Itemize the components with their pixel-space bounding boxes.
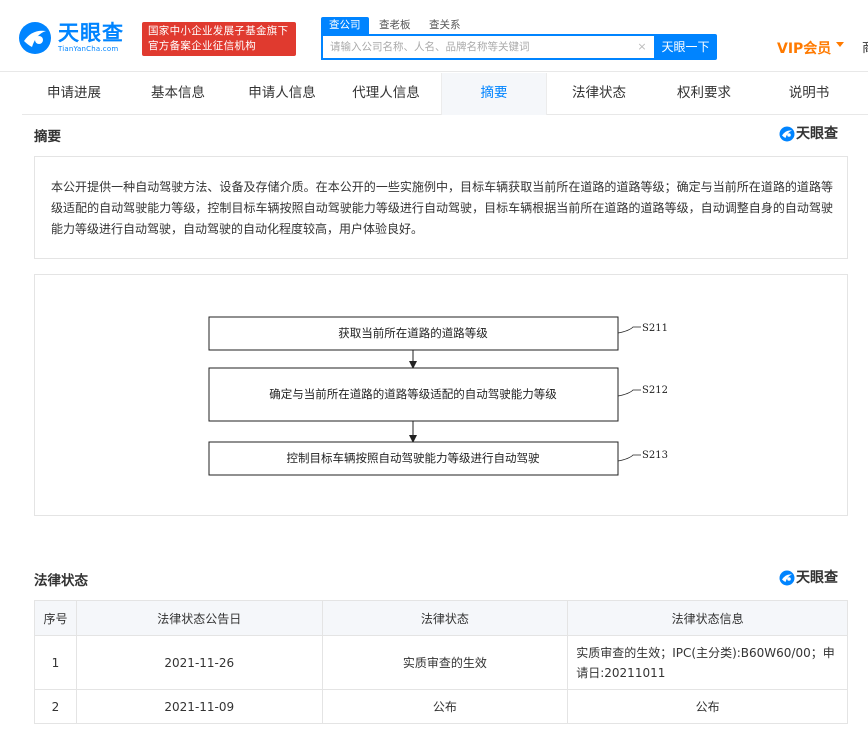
col-header-date: 法律状态公告日 <box>75 600 323 636</box>
cell-status: 公布 <box>321 689 569 724</box>
tab-agent-info[interactable]: 代理人信息 <box>334 73 438 115</box>
legal-section-title: 法律状态 <box>34 573 88 589</box>
search-tab-company[interactable]: 查公司 <box>321 17 369 34</box>
gov-badge-line1: 国家中小企业发展子基金旗下 <box>148 25 289 37</box>
search-tab-relation[interactable]: 查关系 <box>429 17 461 34</box>
tab-application-progress[interactable]: 申请进展 <box>22 73 126 115</box>
logo-domain: TianYanCha.com <box>58 45 119 53</box>
tab-specification[interactable]: 说明书 <box>757 73 861 115</box>
header-edge-link[interactable]: 商 <box>862 37 868 56</box>
flow-step-text-1: 获取当前所在道路的道路等级 <box>338 326 488 340</box>
tab-legal-status[interactable]: 法律状态 <box>547 73 651 115</box>
flow-step-text-3: 控制目标车辆按照自动驾驶能力等级进行自动驾驶 <box>287 451 540 465</box>
watermark-eye-icon <box>779 570 795 586</box>
search-input[interactable] <box>323 36 623 58</box>
abstract-text: 本公开提供一种自动驾驶方法、设备及存储介质。在本公开的一些实施例中，目标车辆获取… <box>51 180 833 236</box>
tianyancha-logo[interactable]: 天眼查 TianYanCha.com <box>18 21 134 55</box>
top-header: 天眼查 TianYanCha.com 国家中小企业发展子基金旗下 官方备案企业征… <box>0 0 868 72</box>
vip-member-link[interactable]: VIP会员 <box>777 38 831 58</box>
watermark-eye-icon <box>779 126 795 142</box>
cell-no: 2 <box>34 689 77 724</box>
flow-step-text-2: 确定与当前所在道路的道路等级适配的自动驾驶能力等级 <box>269 387 557 401</box>
flow-step-label-1: S211 <box>642 323 668 334</box>
search-button[interactable]: 天眼一下 <box>654 34 717 60</box>
watermark-text: 天眼查 <box>796 570 838 586</box>
cell-no: 1 <box>34 635 77 690</box>
tab-claims[interactable]: 权利要求 <box>651 73 757 115</box>
col-header-status: 法律状态 <box>321 600 569 636</box>
col-header-no: 序号 <box>34 600 77 636</box>
patent-section-tabs: 申请进展 基本信息 申请人信息 代理人信息 摘要 法律状态 权利要求 说明书 <box>22 73 868 115</box>
search-tab-boss[interactable]: 查老板 <box>379 17 411 34</box>
abstract-text-box: 本公开提供一种自动驾驶方法、设备及存储介质。在本公开的一些实施例中，目标车辆获取… <box>34 156 848 259</box>
cell-info: 公布 <box>567 689 848 724</box>
logo-text: 天眼查 <box>58 21 124 45</box>
gov-badge-line2: 官方备案企业征信机构 <box>148 40 256 52</box>
abstract-watermark: 天眼查 <box>779 125 847 143</box>
cell-date: 2021-11-09 <box>75 689 323 724</box>
legal-status-table: 序号 法律状态公告日 法律状态 法律状态信息 1 2021-11-26 实质审查… <box>34 600 848 724</box>
logo-eye-icon <box>19 22 51 54</box>
col-header-info: 法律状态信息 <box>567 600 848 636</box>
table-row: 2 2021-11-09 公布 公布 <box>34 689 848 724</box>
flow-step-leader-3 <box>617 454 641 462</box>
tab-basic-info[interactable]: 基本信息 <box>126 73 230 115</box>
abstract-figure: 获取当前所在道路的道路等级 S211 确定与当前所在道路的道路等级适配的自动驾驶… <box>34 274 848 516</box>
cell-status: 实质审查的生效 <box>321 635 569 690</box>
tab-abstract[interactable]: 摘要 <box>441 73 547 115</box>
cell-info: 实质审查的生效；IPC(主分类):B60W60/00；申请日:20211011 <box>567 635 848 690</box>
search-box: × <box>321 34 654 60</box>
table-header-row: 序号 法律状态公告日 法律状态 法律状态信息 <box>34 600 848 636</box>
flow-step-leader-2 <box>617 389 641 397</box>
cell-date: 2021-11-26 <box>75 635 323 690</box>
flow-step-leader-1 <box>617 326 641 334</box>
clear-icon[interactable]: × <box>636 39 648 55</box>
abstract-section-title: 摘要 <box>34 129 61 145</box>
gov-badge: 国家中小企业发展子基金旗下 官方备案企业征信机构 <box>142 22 296 56</box>
watermark-text: 天眼查 <box>796 126 838 142</box>
flowchart-diagram: 获取当前所在道路的道路等级 S211 确定与当前所在道路的道路等级适配的自动驾驶… <box>208 316 668 476</box>
chevron-down-icon[interactable] <box>836 42 844 47</box>
table-row: 1 2021-11-26 实质审查的生效 实质审查的生效；IPC(主分类):B6… <box>34 635 848 690</box>
flow-step-label-2: S212 <box>642 385 668 396</box>
legal-watermark: 天眼查 <box>779 569 847 587</box>
tab-applicant-info[interactable]: 申请人信息 <box>230 73 334 115</box>
flow-step-label-3: S213 <box>642 450 668 461</box>
